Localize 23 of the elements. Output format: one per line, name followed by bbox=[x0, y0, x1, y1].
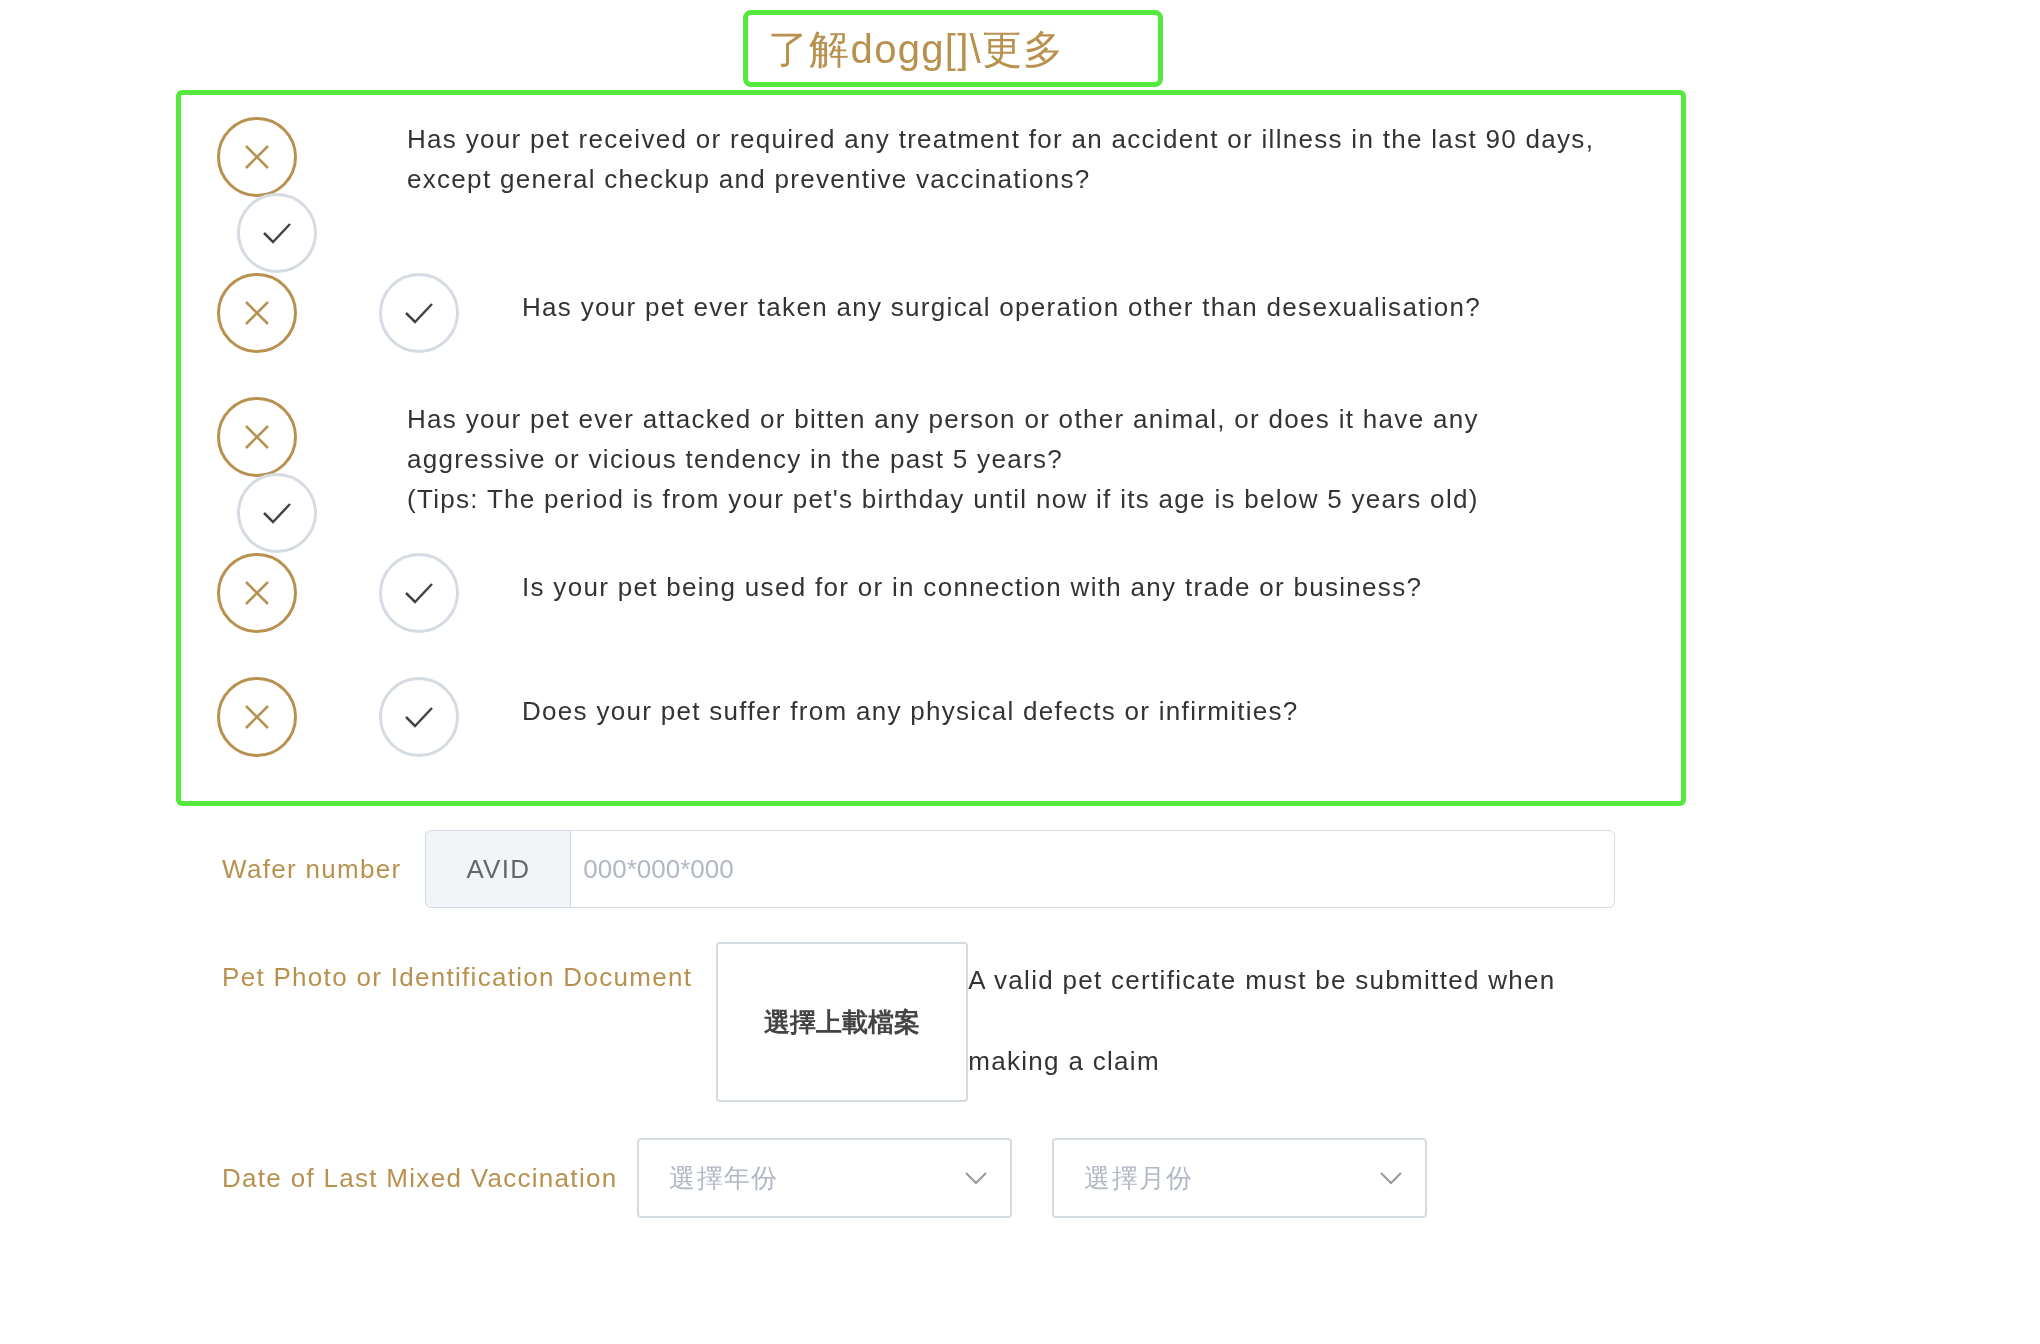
heading: 了解dogg[]\更多 bbox=[743, 10, 1163, 87]
prefix-label: AVID bbox=[425, 830, 572, 908]
chevron-down-icon bbox=[1379, 1171, 1404, 1185]
wafer-number-field[interactable]: 000*000*000 bbox=[570, 830, 1616, 908]
field-label: Date of Last Mixed Vaccination bbox=[222, 1161, 618, 1195]
check-icon bbox=[403, 705, 435, 729]
field-label: Pet Photo or Identification Document bbox=[222, 961, 693, 994]
check-icon bbox=[403, 301, 435, 325]
question-text: Does your pet suffer from any physical defects or infirmities? bbox=[522, 695, 1300, 728]
question-text: Has your pet received or required any treatment for an accident or illness in the last 90 days, except general checkup and preventive vaccinations? bbox=[407, 123, 1596, 196]
field-label: Wafer number bbox=[222, 852, 402, 886]
tip-text: (Tips: The period is from your pet's birthday until now if its age is below 5 years old) bbox=[407, 483, 1480, 516]
check-icon bbox=[261, 221, 293, 245]
check-icon bbox=[261, 501, 293, 525]
note-text: A valid pet certificate must be submitted when making a claim bbox=[968, 964, 1557, 1078]
check-icon bbox=[403, 581, 435, 605]
select-field[interactable]: 選擇月份 bbox=[1052, 1138, 1428, 1218]
upload-button[interactable]: 選擇上載檔案 bbox=[716, 942, 969, 1102]
chevron-down-icon bbox=[964, 1171, 989, 1185]
select-field[interactable]: 選擇年份 bbox=[637, 1138, 1013, 1218]
question-text: Has your pet ever taken any surgical operation other than desexualisation? bbox=[522, 291, 1483, 324]
question-text: Is your pet being used for or in connection with any trade or business? bbox=[522, 571, 1424, 604]
question-text: Has your pet ever attacked or bitten any person or other animal, or does it have any aggressive or vicious tendency in the past 5 years? bbox=[407, 403, 1480, 476]
